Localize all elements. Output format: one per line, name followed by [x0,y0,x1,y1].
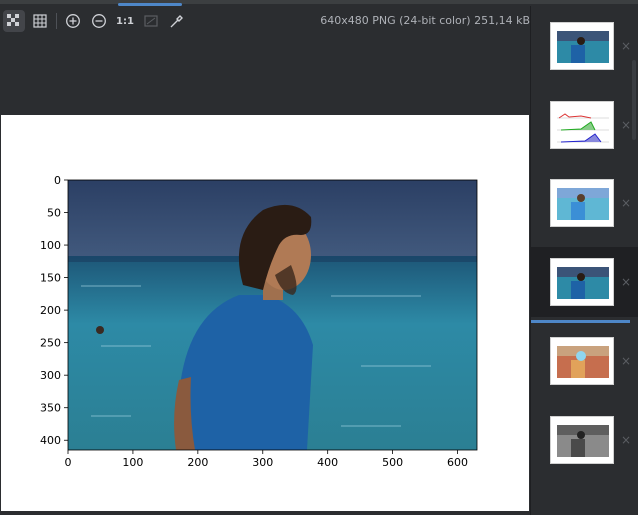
window-top-border [0,0,638,4]
zoom-out-icon[interactable] [88,10,110,32]
thumbnail-item[interactable]: × [531,90,638,160]
thumbnail-item[interactable]: × [531,11,638,81]
chessboard-icon[interactable] [3,10,25,32]
close-icon[interactable]: × [621,39,631,53]
vertical-scrollbar[interactable] [632,60,636,140]
close-icon[interactable]: × [621,354,631,368]
x-tick-label: 200 [187,456,208,469]
zoom-in-icon[interactable] [62,10,84,32]
thumbnail-image[interactable] [550,179,614,227]
x-tick-label: 600 [447,456,468,469]
thumbnail-item[interactable]: × [531,326,638,396]
thumbnail-image[interactable] [550,258,614,306]
close-icon[interactable]: × [621,196,631,210]
x-tick-label: 300 [252,456,273,469]
x-tick-label: 400 [317,456,338,469]
close-icon[interactable]: × [621,433,631,447]
x-tick-label: 500 [382,456,403,469]
x-tick-label: 100 [122,456,143,469]
photo-image [68,180,477,450]
y-tick-label: 300 [40,369,61,382]
thumbnail-item[interactable]: × [531,168,638,238]
y-tick-label: 250 [40,337,61,350]
thumbnail-item[interactable]: × [531,247,638,317]
grid-icon[interactable] [29,10,51,32]
selected-thumbnail-indicator [531,320,630,323]
y-tick-label: 350 [40,402,61,415]
y-tick-label: 100 [40,239,61,252]
x-axis-ticks: 0 100 200 300 400 500 600 [65,450,468,469]
actual-size-label: 1:1 [116,15,134,27]
image-toolbar: 1:1 640x480 PNG (24-bit color) 251,14 kB [0,6,530,34]
close-icon[interactable]: × [621,275,631,289]
y-tick-label: 50 [47,207,61,220]
y-tick-label: 0 [54,174,61,187]
actual-size-button[interactable]: 1:1 [114,10,136,32]
y-tick-label: 200 [40,304,61,317]
x-tick-label: 0 [65,456,72,469]
thumbnail-item[interactable]: × [531,405,638,475]
thumbnail-image[interactable] [550,337,614,385]
y-tick-label: 150 [40,272,61,285]
y-tick-label: 400 [40,434,61,447]
fit-window-icon[interactable] [140,10,162,32]
toolbar-separator [56,13,57,29]
y-axis-ticks: 0 50 100 150 200 250 300 350 400 [40,174,68,447]
thumbnail-image[interactable] [550,416,614,464]
close-icon[interactable]: × [621,118,631,132]
plot-svg: 0 100 200 300 400 500 600 0 50 100 150 200 250 300 35… [40,174,478,469]
thumbnail-image[interactable] [550,101,614,149]
thumbnail-strip: × × × × × × [531,6,638,515]
thumbnail-image[interactable] [550,22,614,70]
color-picker-icon[interactable] [166,10,188,32]
image-file-info: 640x480 PNG (24-bit color) 251,14 kB [320,14,530,27]
plot-figure: 0 100 200 300 400 500 600 0 50 100 150 200 250 300 35… [1,115,529,511]
